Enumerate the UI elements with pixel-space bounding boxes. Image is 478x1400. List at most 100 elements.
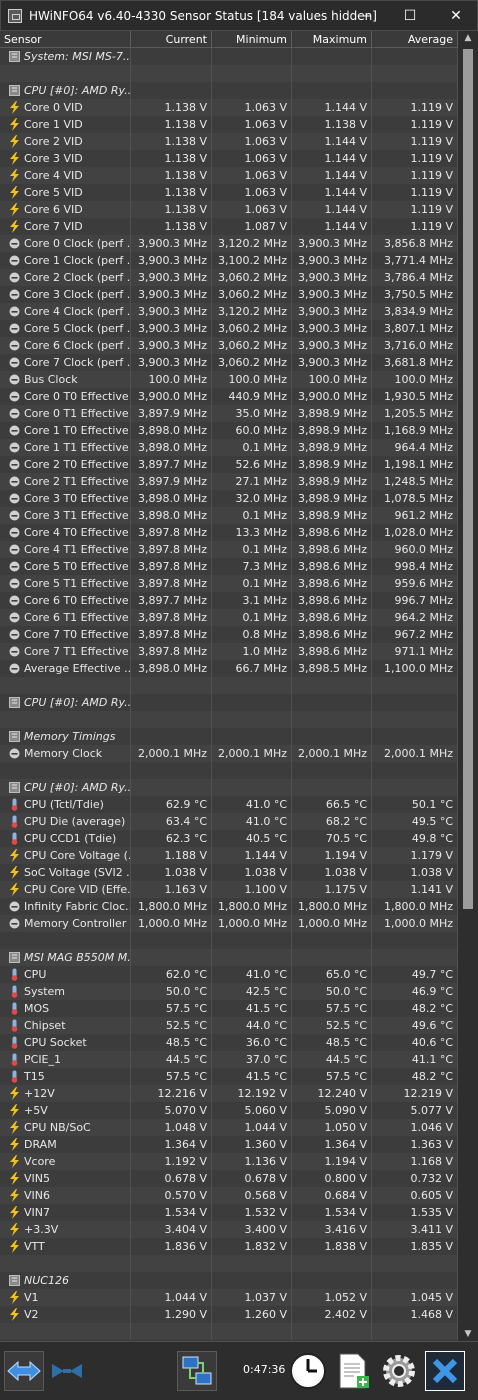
sensor-row[interactable]: Core 4 Clock (perf ... 3,900.3 MHz 3,120.2…	[0, 303, 458, 320]
maximize-button[interactable]: ☐	[387, 1, 433, 31]
sensor-row[interactable]: MOS 57.5 °C 41.5 °C 57.5 °C 48.2 °C	[0, 1000, 458, 1017]
sensor-row[interactable]: VIN5 0.678 V 0.678 V 0.800 V 0.732 V	[0, 1170, 458, 1187]
sensor-row[interactable]: CPU CCD1 (Tdie) 62.3 °C 40.5 °C 70.5 °C 49.8…	[0, 830, 458, 847]
sensor-row[interactable]: CPU Die (average) 63.4 °C 41.0 °C 68.2 °C 49…	[0, 813, 458, 830]
sensor-row[interactable]: V1 1.044 V 1.037 V 1.052 V 1.045 V	[0, 1289, 458, 1306]
sensor-row[interactable]: Core 4 T1 Effective ... 3,897.8 MHz 0.1 MH…	[0, 541, 458, 558]
sensor-row[interactable]: CPU (Tctl/Tdie) 62.9 °C 41.0 °C 66.5 °C 50.1…	[0, 796, 458, 813]
settings-button[interactable]	[379, 1351, 419, 1391]
sensor-row[interactable]: Core 3 T1 Effective ... 3,898.0 MHz 0.1 MH…	[0, 507, 458, 524]
column-header-sensor[interactable]: Sensor	[0, 31, 131, 48]
sensor-row[interactable]: Core 2 VID 1.138 V 1.063 V 1.144 V 1.119 V	[0, 133, 458, 150]
logging-button[interactable]	[333, 1351, 373, 1391]
sensor-row[interactable]: Core 7 T1 Effective ... 3,897.8 MHz 1.0 MH…	[0, 643, 458, 660]
sensor-row[interactable]: Average Effective ... 3,898.0 MHz 66.7 MHz…	[0, 660, 458, 677]
sensor-row[interactable]: Core 6 T0 Effective ... 3,897.7 MHz 3.1 MH…	[0, 592, 458, 609]
sensor-row[interactable]: Core 5 VID 1.138 V 1.063 V 1.144 V 1.119 V	[0, 184, 458, 201]
expand-sensors-button[interactable]	[4, 1351, 44, 1391]
sensor-row[interactable]: Core 4 T0 Effective ... 3,897.8 MHz 13.3 M…	[0, 524, 458, 541]
sensor-row[interactable]: Core 5 Clock (perf ... 3,900.3 MHz 3,060.2…	[0, 320, 458, 337]
current-value	[131, 694, 212, 711]
network-button[interactable]	[177, 1351, 217, 1391]
column-header-maximum[interactable]: Maximum	[292, 31, 372, 48]
sensor-group-row[interactable]: CPU [#0]: AMD Ry...	[0, 779, 458, 796]
sensor-row[interactable]: Core 5 T0 Effective ... 3,897.8 MHz 7.3 MH…	[0, 558, 458, 575]
sensor-group-row[interactable]: System: MSI MS-7...	[0, 48, 458, 65]
sensor-row[interactable]: VIN6 0.570 V 0.568 V 0.684 V 0.605 V	[0, 1187, 458, 1204]
sensor-row[interactable]: Core 1 T0 Effective ... 3,898.0 MHz 60.0 M…	[0, 422, 458, 439]
sensor-row[interactable]: Core 0 T1 Effective ... 3,897.9 MHz 35.0 M…	[0, 405, 458, 422]
close-sensors-button[interactable]	[425, 1351, 465, 1391]
minimum-value: 32.0 MHz	[212, 490, 292, 507]
average-value: 1,168.9 MHz	[372, 422, 458, 439]
sensor-row[interactable]: Core 3 Clock (perf ... 3,900.3 MHz 3,060.2…	[0, 286, 458, 303]
sensor-row[interactable]: Core 3 T0 Effective ... 3,898.0 MHz 32.0 M…	[0, 490, 458, 507]
sensor-row[interactable]: +12V 12.216 V 12.192 V 12.240 V 12.219 V	[0, 1085, 458, 1102]
sensor-row[interactable]: DRAM 1.364 V 1.360 V 1.364 V 1.363 V	[0, 1136, 458, 1153]
sensor-row[interactable]: Core 2 T1 Effective ... 3,897.9 MHz 27.1 M…	[0, 473, 458, 490]
column-header-average[interactable]: Average	[372, 31, 458, 48]
close-button[interactable]: ✕	[433, 1, 478, 31]
sensor-label	[0, 932, 131, 949]
sensor-row[interactable]: Core 3 VID 1.138 V 1.063 V 1.144 V 1.119 V	[0, 150, 458, 167]
sensor-row[interactable]: Core 7 VID 1.138 V 1.087 V 1.144 V 1.119 V	[0, 218, 458, 235]
sensor-row[interactable]: Core 0 VID 1.138 V 1.063 V 1.144 V 1.119 V	[0, 99, 458, 116]
sensor-row[interactable]: PCIE_1 44.5 °C 37.0 °C 44.5 °C 41.1 °C	[0, 1051, 458, 1068]
sensor-row[interactable]: VTT 1.836 V 1.832 V 1.838 V 1.835 V	[0, 1238, 458, 1255]
temperature-icon	[11, 1070, 18, 1083]
sensor-row[interactable]: System 50.0 °C 42.5 °C 50.0 °C 46.9 °C	[0, 983, 458, 1000]
sensor-row[interactable]: Bus Clock 100.0 MHz 100.0 MHz 100.0 MHz 100.…	[0, 371, 458, 388]
average-value	[372, 949, 458, 966]
column-header-minimum[interactable]: Minimum	[212, 31, 292, 48]
column-header-current[interactable]: Current	[131, 31, 212, 48]
sensor-row[interactable]: +3.3V 3.404 V 3.400 V 3.416 V 3.411 V	[0, 1221, 458, 1238]
sensor-group-row[interactable]: CPU [#0]: AMD Ry...	[0, 694, 458, 711]
scroll-up-icon[interactable]: ▲	[458, 31, 478, 45]
sensor-row[interactable]: CPU Socket 48.5 °C 36.0 °C 48.5 °C 40.6 °C	[0, 1034, 458, 1051]
average-value: 1.038 V	[372, 864, 458, 881]
sensor-row[interactable]: Core 1 VID 1.138 V 1.063 V 1.138 V 1.119 V	[0, 116, 458, 133]
sensor-row[interactable]: +5V 5.070 V 5.060 V 5.090 V 5.077 V	[0, 1102, 458, 1119]
sensor-row[interactable]: Core 4 VID 1.138 V 1.063 V 1.144 V 1.119 V	[0, 167, 458, 184]
sensor-row[interactable]: Core 0 T0 Effective ... 3,900.0 MHz 440.9 …	[0, 388, 458, 405]
sensor-row[interactable]: V2 1.290 V 1.260 V 2.402 V 1.468 V	[0, 1306, 458, 1323]
sensor-row[interactable]: CPU 62.0 °C 41.0 °C 65.0 °C 49.7 °C	[0, 966, 458, 983]
collapse-sensors-button[interactable]	[47, 1351, 87, 1391]
sensor-row[interactable]: Core 6 T1 Effective ... 3,897.8 MHz 0.1 MH…	[0, 609, 458, 626]
sensor-row[interactable]: Core 5 T1 Effective ... 3,897.8 MHz 0.1 MH…	[0, 575, 458, 592]
sensor-row[interactable]: Core 0 Clock (perf ... 3,900.3 MHz 3,120.2…	[0, 235, 458, 252]
scroll-thumb[interactable]	[463, 49, 473, 909]
reset-clock-button[interactable]	[288, 1351, 328, 1391]
sensor-row[interactable]: Vcore 1.192 V 1.136 V 1.194 V 1.168 V	[0, 1153, 458, 1170]
sensor-row[interactable]: Memory Controller ... 1,000.0 MHz 1,000.0 …	[0, 915, 458, 932]
sensor-row[interactable]: VIN7 1.534 V 1.532 V 1.534 V 1.535 V	[0, 1204, 458, 1221]
sensor-row[interactable]: Core 7 Clock (perf ... 3,900.3 MHz 3,060.2…	[0, 354, 458, 371]
scroll-down-icon[interactable]: ▼	[458, 1327, 478, 1341]
sensor-row[interactable]: SoC Voltage (SVI2 ... 1.038 V 1.038 V 1.038…	[0, 864, 458, 881]
sensor-row[interactable]: T15 57.5 °C 41.5 °C 57.5 °C 48.2 °C	[0, 1068, 458, 1085]
sensor-row[interactable]: Core 2 T0 Effective ... 3,897.7 MHz 52.6 M…	[0, 456, 458, 473]
sensor-row[interactable]: Core 2 Clock (perf ... 3,900.3 MHz 3,060.2…	[0, 269, 458, 286]
sensor-row[interactable]: Core 1 Clock (perf ... 3,900.3 MHz 3,100.2…	[0, 252, 458, 269]
current-value: 1.138 V	[131, 133, 212, 150]
sensor-row[interactable]: Infinity Fabric Cloc... 1,800.0 MHz 1,800.…	[0, 898, 458, 915]
sensor-group-row[interactable]: NUC126	[0, 1272, 458, 1289]
average-value: 1,930.5 MHz	[372, 388, 458, 405]
sensor-row[interactable]: Chipset 52.5 °C 44.0 °C 52.5 °C 49.6 °C	[0, 1017, 458, 1034]
sensor-group-row[interactable]: Memory Timings	[0, 728, 458, 745]
vertical-scrollbar[interactable]: ▲ ▼	[458, 31, 478, 1341]
sensor-row[interactable]: CPU NB/SoC 1.048 V 1.044 V 1.050 V 1.046 V	[0, 1119, 458, 1136]
sensor-row[interactable]: Core 6 VID 1.138 V 1.063 V 1.144 V 1.119 V	[0, 201, 458, 218]
sensor-row[interactable]: CPU Core Voltage (... 1.188 V 1.144 V 1.194…	[0, 847, 458, 864]
sensor-group-row[interactable]: MSI MAG B550M M...	[0, 949, 458, 966]
sensor-row[interactable]: CPU Core VID (Effe... 1.163 V 1.100 V 1.175…	[0, 881, 458, 898]
average-value: 49.7 °C	[372, 966, 458, 983]
current-value: 3,900.3 MHz	[131, 337, 212, 354]
sensor-row[interactable]: Core 1 T1 Effective ... 3,898.0 MHz 0.1 MH…	[0, 439, 458, 456]
sensor-row[interactable]: Memory Clock 2,000.1 MHz 2,000.1 MHz 2,000.…	[0, 745, 458, 762]
sensor-row[interactable]: Core 7 T0 Effective ... 3,897.8 MHz 0.8 MH…	[0, 626, 458, 643]
sensor-table[interactable]: System: MSI MS-7... CPU [#0]: AMD Ry... Co…	[0, 48, 458, 1341]
sensor-row[interactable]: Core 6 Clock (perf ... 3,900.3 MHz 3,060.2…	[0, 337, 458, 354]
minimize-button[interactable]: —	[341, 1, 387, 31]
sensor-group-row[interactable]: CPU [#0]: AMD Ry...	[0, 82, 458, 99]
